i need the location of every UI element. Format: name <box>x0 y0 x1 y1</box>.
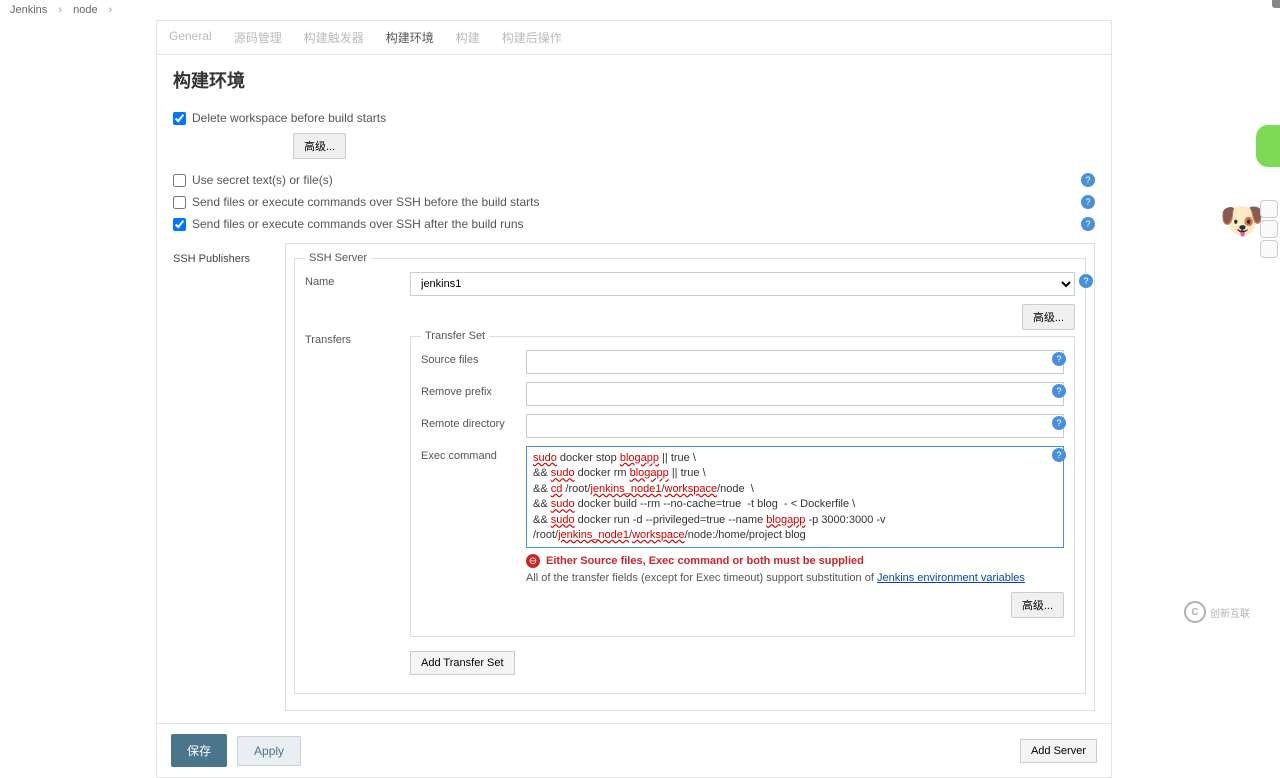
help-icon[interactable] <box>1052 352 1066 366</box>
exec-command-row: Exec command sudo docker stop blogapp ||… <box>421 446 1064 618</box>
advanced-button[interactable]: 高级... <box>293 133 346 159</box>
help-icon[interactable] <box>1081 173 1095 187</box>
config-panel: General 源码管理 构建触发器 构建环境 构建 构建后操作 构建环境 De… <box>156 20 1112 724</box>
transfer-set-fieldset: Transfer Set Source files Remove prefix <box>410 330 1075 637</box>
add-server-button[interactable]: Add Server <box>1020 739 1097 763</box>
transfers-label: Transfers <box>305 330 400 675</box>
add-transfer-set-button[interactable]: Add Transfer Set <box>410 651 515 675</box>
remote-dir-input[interactable] <box>526 414 1064 438</box>
remote-dir-row: Remote directory <box>421 414 1064 438</box>
ssh-server-advanced-row: 高级... <box>305 304 1075 330</box>
build-env-section: 构建环境 Delete workspace before build start… <box>157 55 1111 723</box>
source-files-row: Source files <box>421 350 1064 374</box>
error-text: Either Source files, Exec command or bot… <box>546 555 864 567</box>
breadcrumb-root[interactable]: Jenkins <box>10 4 47 16</box>
transfer-set-legend: Transfer Set <box>421 330 489 342</box>
side-badge[interactable] <box>1256 125 1280 167</box>
breadcrumb-separator: › <box>58 4 62 16</box>
checkbox-delete-workspace[interactable] <box>173 112 186 125</box>
option-delete-workspace: Delete workspace before build starts <box>173 107 1095 129</box>
ssh-publishers-label: SSH Publishers <box>173 243 273 711</box>
apply-button[interactable]: Apply <box>237 736 301 766</box>
ssh-name-select[interactable]: jenkins1 <box>410 272 1075 296</box>
ssh-publishers-block: SSH Publishers SSH Server Name jenkins1 <box>173 243 1095 711</box>
tab-triggers[interactable]: 构建触发器 <box>302 21 366 54</box>
tab-general[interactable]: General <box>167 21 214 54</box>
validation-error-row: Either Source files, Exec command or bot… <box>526 554 1064 568</box>
ssh-server-fieldset: SSH Server Name jenkins1 高级... <box>294 252 1086 694</box>
checkbox-use-secret[interactable] <box>173 174 186 187</box>
save-button[interactable]: 保存 <box>171 734 227 767</box>
checkbox-send-before[interactable] <box>173 196 186 209</box>
help-icon[interactable] <box>1052 384 1066 398</box>
exec-command-label: Exec command <box>421 446 516 462</box>
ssh-server-legend: SSH Server <box>305 252 371 264</box>
advanced-button[interactable]: 高级... <box>1022 304 1075 330</box>
help-icon[interactable] <box>1052 448 1066 462</box>
tab-build-env[interactable]: 构建环境 <box>384 21 436 54</box>
label-delete-workspace: Delete workspace before build starts <box>192 111 386 125</box>
source-files-input[interactable] <box>526 350 1064 374</box>
error-icon <box>526 554 540 568</box>
info-text: All of the transfer fields (except for E… <box>526 572 1064 584</box>
remove-prefix-input[interactable] <box>526 382 1064 406</box>
side-widget-item[interactable] <box>1260 240 1278 258</box>
tab-post-build[interactable]: 构建后操作 <box>500 21 564 54</box>
brand-logo-text: 创新互联 <box>1210 605 1250 620</box>
source-files-label: Source files <box>421 350 516 366</box>
breadcrumb: Jenkins › node › <box>0 0 1280 20</box>
side-widget-item[interactable] <box>1260 220 1278 238</box>
section-title: 构建环境 <box>173 67 1095 93</box>
brand-logo: C 创新互联 <box>1184 599 1274 625</box>
scroll-indicator <box>1272 0 1280 8</box>
remove-prefix-row: Remove prefix <box>421 382 1064 406</box>
help-icon[interactable] <box>1081 217 1095 231</box>
exec-command-textarea[interactable]: sudo docker stop blogapp || true \ && su… <box>526 446 1064 548</box>
tab-build[interactable]: 构建 <box>454 21 482 54</box>
breadcrumb-item[interactable]: node <box>73 4 97 16</box>
checkbox-send-after[interactable] <box>173 218 186 231</box>
label-send-after: Send files or execute commands over SSH … <box>192 217 524 231</box>
env-vars-link[interactable]: Jenkins environment variables <box>877 572 1025 584</box>
help-icon[interactable] <box>1079 274 1093 288</box>
ssh-server-content: SSH Server Name jenkins1 高级... <box>285 243 1095 711</box>
help-icon[interactable] <box>1081 195 1095 209</box>
remove-prefix-label: Remove prefix <box>421 382 516 398</box>
ssh-name-label: Name <box>305 272 400 288</box>
option-send-after: Send files or execute commands over SSH … <box>173 213 1095 235</box>
option-send-before: Send files or execute commands over SSH … <box>173 191 1095 213</box>
brand-logo-icon: C <box>1184 601 1206 623</box>
footer-bar: 保存 Apply Add Server <box>156 724 1112 778</box>
side-widget-item[interactable] <box>1260 200 1278 218</box>
advanced-row: 高级... <box>173 129 1095 169</box>
breadcrumb-separator: › <box>109 4 113 16</box>
label-use-secret: Use secret text(s) or file(s) <box>192 173 333 187</box>
side-widgets <box>1260 200 1278 258</box>
ssh-name-row: Name jenkins1 <box>305 272 1075 296</box>
remote-dir-label: Remote directory <box>421 414 516 430</box>
help-icon[interactable] <box>1052 416 1066 430</box>
label-send-before: Send files or execute commands over SSH … <box>192 195 540 209</box>
config-tabs: General 源码管理 构建触发器 构建环境 构建 构建后操作 <box>157 21 1111 55</box>
advanced-button[interactable]: 高级... <box>1011 592 1064 618</box>
option-use-secret: Use secret text(s) or file(s) <box>173 169 1095 191</box>
tab-scm[interactable]: 源码管理 <box>232 21 284 54</box>
